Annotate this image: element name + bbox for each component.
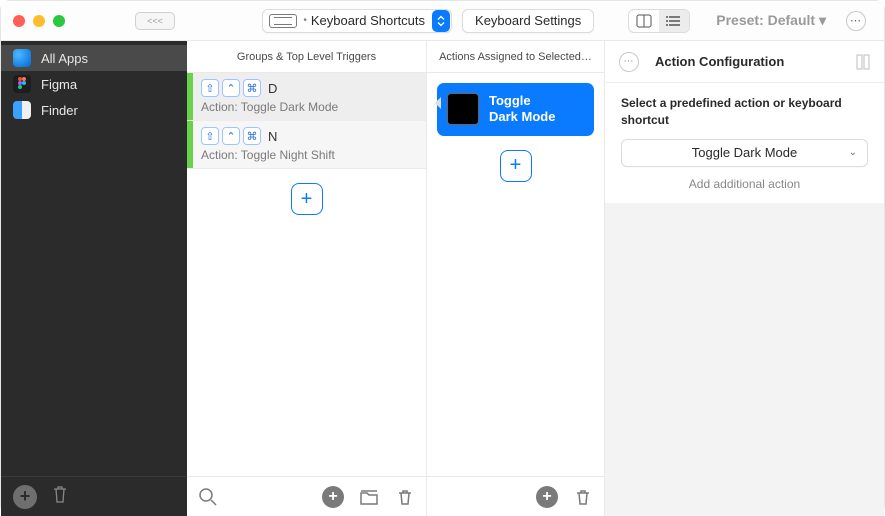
triggers-header: Groups & Top Level Triggers	[187, 41, 426, 73]
search-button[interactable]	[197, 486, 219, 508]
close-window-button[interactable]	[13, 15, 25, 27]
column-icon	[856, 54, 870, 70]
action-select-dropdown[interactable]: Toggle Dark Mode ⌄	[621, 139, 868, 167]
window-controls	[13, 15, 65, 27]
sidebar-item-all-apps[interactable]: All Apps	[1, 45, 187, 71]
add-button[interactable]: +	[536, 486, 558, 508]
titlebar: <<< • Keyboard Shortcuts Keyboard Settin…	[1, 1, 884, 41]
figma-icon	[13, 75, 31, 93]
sidebar-item-label: All Apps	[41, 51, 88, 66]
chevron-down-icon: ⌄	[849, 147, 857, 158]
key-shift-icon: ⇧	[201, 79, 219, 97]
trigger-type-label: Keyboard Shortcuts	[311, 13, 431, 28]
folder-button[interactable]	[358, 486, 380, 508]
delete-action-button[interactable]	[572, 486, 594, 508]
key-control-icon: ⌃	[222, 79, 240, 97]
actions-header: Actions Assigned to Selected…	[427, 41, 604, 73]
triggers-column: Groups & Top Level Triggers ⇧ ⌃ ⌘ D Acti…	[187, 41, 427, 516]
action-card[interactable]: ToggleDark Mode	[437, 83, 594, 136]
sidebar-item-finder[interactable]: Finder	[1, 97, 187, 123]
more-menu-button[interactable]: ⋯	[846, 11, 866, 31]
finder-icon	[13, 101, 31, 119]
zoom-window-button[interactable]	[53, 15, 65, 27]
preset-dropdown[interactable]: Preset: Default ▾	[716, 12, 826, 29]
config-help-text: Select a predefined action or keyboard s…	[621, 95, 868, 129]
delete-app-button[interactable]	[51, 484, 69, 509]
trigger-row[interactable]: ⇧ ⌃ ⌘ D Action: Toggle Dark Mode	[187, 73, 426, 121]
action-thumbnail	[447, 93, 479, 125]
sidebar-item-label: Finder	[41, 103, 78, 118]
app-sidebar: All Apps Figma Finder +	[1, 41, 187, 516]
sidebar-footer: +	[1, 476, 187, 516]
trigger-row[interactable]: ⇧ ⌃ ⌘ N Action: Toggle Night Shift	[187, 121, 426, 169]
key-control-icon: ⌃	[222, 127, 240, 145]
dropdown-arrows-icon	[432, 10, 450, 32]
add-app-button[interactable]: +	[13, 485, 37, 509]
view-mode-segmented	[628, 9, 690, 33]
key-letter: D	[268, 81, 277, 96]
key-command-icon: ⌘	[243, 79, 261, 97]
config-menu-button[interactable]: ⋯	[619, 52, 639, 72]
keyboard-settings-button[interactable]: Keyboard Settings	[462, 9, 594, 33]
add-button[interactable]: +	[322, 486, 344, 508]
column-view-button[interactable]	[629, 10, 659, 32]
list-view-button[interactable]	[659, 10, 689, 32]
trigger-action-label: Action: Toggle Dark Mode	[201, 100, 418, 114]
trigger-action-label: Action: Toggle Night Shift	[201, 148, 418, 162]
delete-trigger-button[interactable]	[394, 486, 416, 508]
sidebar-item-figma[interactable]: Figma	[1, 71, 187, 97]
key-letter: N	[268, 129, 277, 144]
keyboard-icon	[269, 14, 297, 28]
config-title: Action Configuration	[649, 54, 840, 69]
actions-column: Actions Assigned to Selected… ToggleDark…	[427, 41, 605, 516]
back-button[interactable]: <<<	[135, 12, 175, 30]
trigger-type-dropdown[interactable]: • Keyboard Shortcuts	[262, 9, 452, 33]
key-command-icon: ⌘	[243, 127, 261, 145]
key-shift-icon: ⇧	[201, 127, 219, 145]
sidebar-item-label: Figma	[41, 77, 77, 92]
add-trigger-button[interactable]: +	[291, 183, 323, 215]
add-action-button[interactable]: +	[500, 150, 532, 182]
config-column: ⋯ Action Configuration Select a predefin…	[605, 41, 884, 516]
action-card-label: ToggleDark Mode	[489, 93, 555, 126]
globe-icon	[13, 49, 31, 67]
minimize-window-button[interactable]	[33, 15, 45, 27]
add-additional-action-link[interactable]: Add additional action	[621, 177, 868, 191]
